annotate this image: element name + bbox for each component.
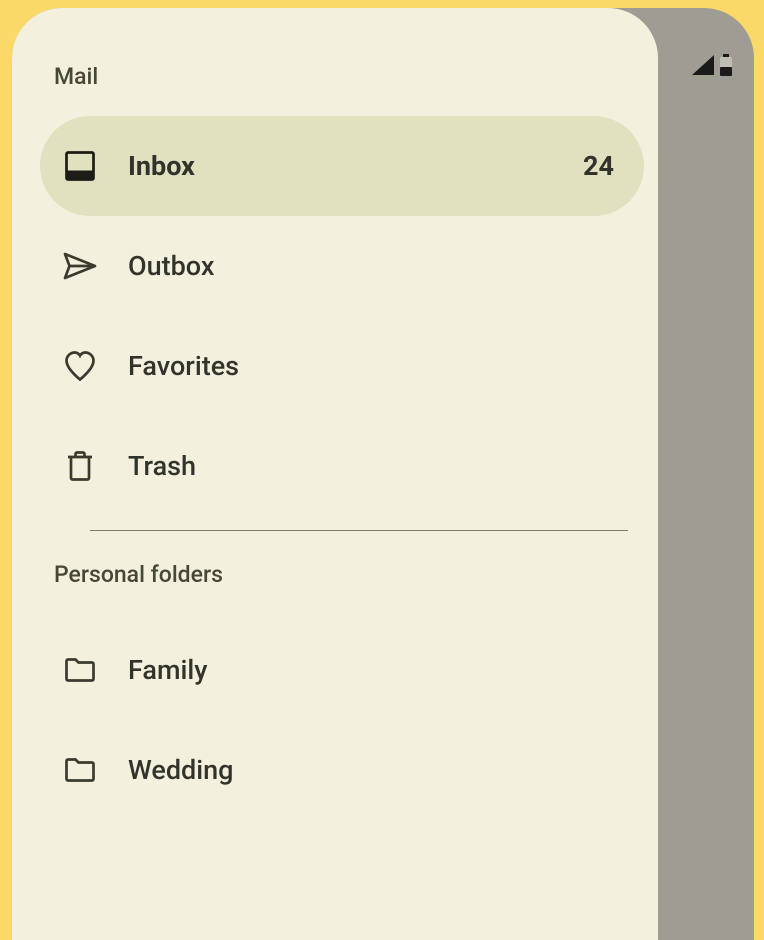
nav-item-family[interactable]: Family bbox=[40, 620, 644, 720]
nav-label: Family bbox=[128, 654, 614, 686]
nav-item-outbox[interactable]: Outbox bbox=[40, 216, 644, 316]
nav-item-inbox[interactable]: Inbox 24 bbox=[40, 116, 644, 216]
nav-item-trash[interactable]: Trash bbox=[40, 416, 644, 516]
nav-item-favorites[interactable]: Favorites bbox=[40, 316, 644, 416]
nav-label: Trash bbox=[128, 450, 614, 482]
trash-icon bbox=[62, 448, 98, 484]
nav-label: Favorites bbox=[128, 350, 614, 382]
heart-icon bbox=[62, 348, 98, 384]
navigation-drawer: Mail Inbox 24 Outbox Favorites bbox=[12, 8, 658, 940]
send-icon bbox=[62, 248, 98, 284]
nav-label: Outbox bbox=[128, 250, 614, 282]
folder-icon bbox=[62, 652, 98, 688]
nav-label: Inbox bbox=[128, 150, 553, 182]
signal-icon bbox=[692, 55, 714, 75]
nav-label: Wedding bbox=[128, 754, 614, 786]
folder-icon bbox=[62, 752, 98, 788]
inbox-icon bbox=[62, 148, 98, 184]
nav-item-wedding[interactable]: Wedding bbox=[40, 720, 644, 820]
nav-count: 24 bbox=[583, 150, 614, 182]
personal-section-header: Personal folders bbox=[40, 531, 644, 620]
battery-icon bbox=[720, 54, 732, 76]
mail-section-header: Mail bbox=[40, 53, 644, 116]
status-bar bbox=[692, 54, 732, 76]
